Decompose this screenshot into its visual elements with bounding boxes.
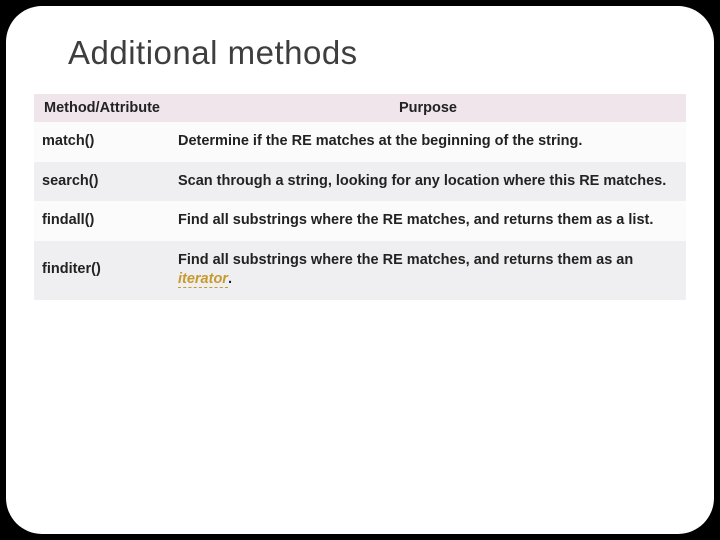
table-header-row: Method/Attribute Purpose xyxy=(34,94,686,122)
col-header-method: Method/Attribute xyxy=(34,94,170,122)
method-name: findall() xyxy=(34,201,170,241)
iterator-link[interactable]: iterator xyxy=(178,271,228,288)
methods-table: Method/Attribute Purpose match() Determi… xyxy=(34,94,686,300)
col-header-purpose: Purpose xyxy=(170,94,686,122)
method-name: search() xyxy=(34,162,170,202)
method-name: match() xyxy=(34,122,170,162)
method-purpose: Determine if the RE matches at the begin… xyxy=(170,122,686,162)
method-name: finditer() xyxy=(34,241,170,300)
table-row: match() Determine if the RE matches at t… xyxy=(34,122,686,162)
slide-frame: Additional methods Method/Attribute Purp… xyxy=(6,6,714,534)
purpose-text-suffix: . xyxy=(228,271,232,287)
table-row: search() Scan through a string, looking … xyxy=(34,162,686,202)
table-row: findall() Find all substrings where the … xyxy=(34,201,686,241)
purpose-text-prefix: Find all substrings where the RE matches… xyxy=(178,252,633,268)
method-purpose: Find all substrings where the RE matches… xyxy=(170,241,686,300)
method-purpose: Scan through a string, looking for any l… xyxy=(170,162,686,202)
slide-title: Additional methods xyxy=(68,34,686,72)
method-purpose: Find all substrings where the RE matches… xyxy=(170,201,686,241)
table-row: finditer() Find all substrings where the… xyxy=(34,241,686,300)
